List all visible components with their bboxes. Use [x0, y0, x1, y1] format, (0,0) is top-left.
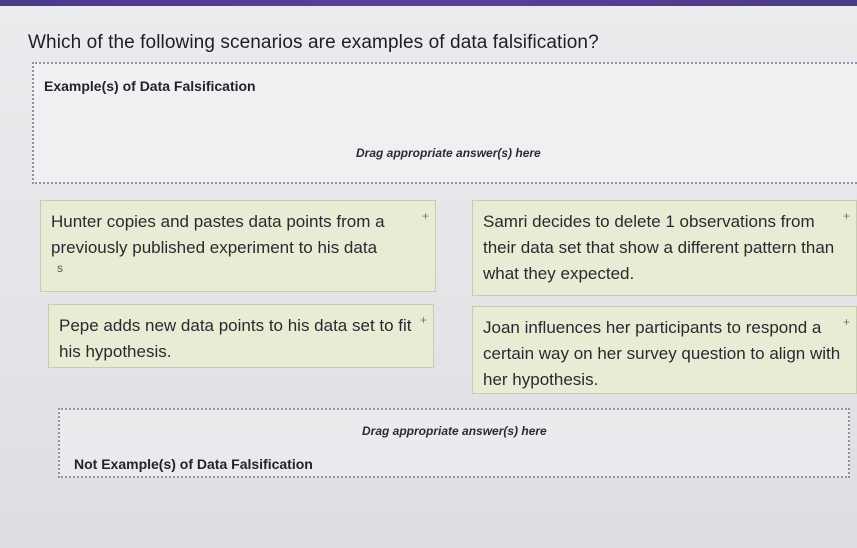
dropzone-not-example-hint: Drag appropriate answer(s) here — [362, 424, 547, 438]
dropzone-example[interactable]: Example(s) of Data Falsification Drag ap… — [32, 62, 857, 184]
dropzone-example-hint: Drag appropriate answer(s) here — [356, 146, 541, 160]
dropzone-not-example-title: Not Example(s) of Data Falsification — [74, 456, 313, 472]
top-accent-bar — [0, 0, 857, 6]
answer-card-hunter-text: Hunter copies and pastes data points fro… — [51, 212, 385, 257]
answer-card-samri[interactable]: Samri decides to delete 1 observations f… — [472, 200, 857, 296]
dropzone-example-title: Example(s) of Data Falsification — [44, 78, 256, 94]
answer-card-hunter-extra: s — [57, 261, 63, 275]
answer-card-pepe-text: Pepe adds new data points to his data se… — [59, 316, 412, 361]
answer-card-joan[interactable]: Joan influences her participants to resp… — [472, 306, 857, 394]
drag-plus-icon: + — [842, 315, 850, 329]
answer-card-pepe[interactable]: Pepe adds new data points to his data se… — [48, 304, 434, 368]
question-text: Which of the following scenarios are exa… — [28, 32, 599, 53]
answer-card-joan-text: Joan influences her participants to resp… — [483, 318, 841, 389]
drag-plus-icon: + — [842, 209, 850, 223]
dropzone-not-example[interactable]: Drag appropriate answer(s) here Not Exam… — [58, 408, 850, 478]
drag-plus-icon: + — [421, 209, 429, 223]
answer-card-hunter[interactable]: Hunter copies and pastes data points fro… — [40, 200, 436, 292]
answer-card-samri-text: Samri decides to delete 1 observations f… — [483, 212, 835, 283]
drag-plus-icon: + — [419, 313, 427, 327]
